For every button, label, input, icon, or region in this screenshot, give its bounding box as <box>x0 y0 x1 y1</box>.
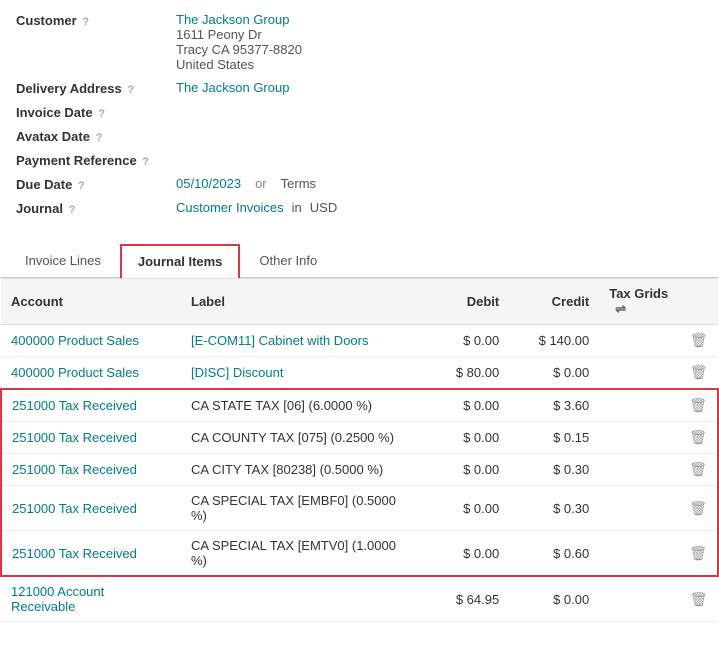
tab-invoice-lines[interactable]: Invoice Lines <box>8 244 118 277</box>
col-header-tax-grids: Tax Grids ⇌ <box>599 279 679 325</box>
customer-address-line2: Tracy CA 95377-8820 <box>176 42 703 57</box>
customer-address-line1: 1611 Peony Dr <box>176 27 703 42</box>
due-date-value: 05/10/2023 or Terms <box>176 176 703 191</box>
col-header-label: Label <box>181 279 419 325</box>
tax-grids-settings-icon[interactable]: ⇌ <box>615 301 626 316</box>
delete-cell: 🗑 <box>679 389 718 422</box>
table-row: 251000 Tax ReceivedCA COUNTY TAX [075] (… <box>1 422 718 454</box>
journal-label: Journal ? <box>16 200 176 216</box>
tab-other-info[interactable]: Other Info <box>242 244 334 277</box>
delivery-address-help-icon[interactable]: ? <box>127 84 134 96</box>
delivery-address-link[interactable]: The Jackson Group <box>176 80 289 95</box>
customer-name-link[interactable]: The Jackson Group <box>176 12 703 27</box>
due-date-row: Due Date ? 05/10/2023 or Terms <box>16 176 703 192</box>
journal-row: Journal ? Customer Invoices in USD <box>16 200 703 216</box>
due-date-text: 05/10/2023 <box>176 176 241 191</box>
delete-row-icon[interactable]: 🗑 <box>689 545 707 561</box>
delete-cell: 🗑 <box>679 576 718 622</box>
delivery-address-row: Delivery Address ? The Jackson Group <box>16 80 703 96</box>
col-header-debit: Debit <box>419 279 509 325</box>
delete-row-icon[interactable]: 🗑 <box>690 591 708 607</box>
table-row: 251000 Tax ReceivedCA STATE TAX [06] (6.… <box>1 389 718 422</box>
journal-value: Customer Invoices in USD <box>176 200 703 215</box>
customer-value: The Jackson Group 1611 Peony Dr Tracy CA… <box>176 12 703 72</box>
tabs-container: Invoice Lines Journal Items Other Info <box>0 244 719 278</box>
table-row: 251000 Tax ReceivedCA CITY TAX [80238] (… <box>1 454 718 486</box>
delivery-address-label-text: Delivery Address <box>16 81 122 96</box>
delete-row-icon[interactable]: 🗑 <box>690 364 708 380</box>
avatax-date-value[interactable] <box>176 128 703 143</box>
due-date-or: or <box>255 176 267 191</box>
delete-cell: 🗑 <box>679 422 718 454</box>
table-row: 400000 Product Sales[DISC] Discount$ 80.… <box>1 357 718 390</box>
avatax-date-input[interactable] <box>176 128 296 143</box>
journal-label-text: Journal <box>16 201 63 216</box>
delete-cell: 🗑 <box>679 357 718 390</box>
delivery-address-label: Delivery Address ? <box>16 80 176 96</box>
payment-reference-label: Payment Reference ? <box>16 152 176 168</box>
journal-currency-text: USD <box>310 200 337 215</box>
table-row: 251000 Tax ReceivedCA SPECIAL TAX [EMBF0… <box>1 486 718 531</box>
delete-cell: 🗑 <box>679 486 718 531</box>
delete-row-icon[interactable]: 🗑 <box>689 397 707 413</box>
delete-row-icon[interactable]: 🗑 <box>689 429 707 445</box>
customer-help-icon[interactable]: ? <box>82 16 89 28</box>
due-date-terms: Terms <box>281 176 316 191</box>
col-header-account: Account <box>1 279 181 325</box>
delivery-address-value: The Jackson Group <box>176 80 703 95</box>
customer-label-text: Customer <box>16 13 77 28</box>
avatax-date-row: Avatax Date ? <box>16 128 703 144</box>
journal-in-text: in <box>292 200 302 215</box>
payment-reference-value[interactable] <box>176 152 703 167</box>
customer-row: Customer ? The Jackson Group 1611 Peony … <box>16 12 703 72</box>
delete-cell: 🗑 <box>679 325 718 357</box>
invoice-date-help-icon[interactable]: ? <box>98 108 105 120</box>
table-row: 400000 Product Sales[E-COM11] Cabinet wi… <box>1 325 718 357</box>
due-date-label: Due Date ? <box>16 176 176 192</box>
invoice-date-label: Invoice Date ? <box>16 104 176 120</box>
avatax-date-label-text: Avatax Date <box>16 129 90 144</box>
invoice-date-input[interactable] <box>176 104 296 119</box>
delete-cell: 🗑 <box>679 531 718 577</box>
journal-name-link[interactable]: Customer Invoices <box>176 200 284 215</box>
invoice-date-label-text: Invoice Date <box>16 105 93 120</box>
payment-reference-help-icon[interactable]: ? <box>142 156 149 168</box>
delete-row-icon[interactable]: 🗑 <box>689 500 707 516</box>
payment-reference-label-text: Payment Reference <box>16 153 137 168</box>
payment-reference-row: Payment Reference ? <box>16 152 703 168</box>
journal-table: Account Label Debit Credit Tax Grids ⇌ 4… <box>0 278 719 622</box>
avatax-date-label: Avatax Date ? <box>16 128 176 144</box>
invoice-date-value[interactable] <box>176 104 703 119</box>
due-date-label-text: Due Date <box>16 177 72 192</box>
delete-cell: 🗑 <box>679 454 718 486</box>
table-row: 121000 Account Receivable$ 64.95$ 0.00🗑 <box>1 576 718 622</box>
payment-reference-input[interactable] <box>176 152 376 167</box>
tab-journal-items[interactable]: Journal Items <box>120 244 241 278</box>
form-section: Customer ? The Jackson Group 1611 Peony … <box>0 0 719 236</box>
col-header-credit: Credit <box>509 279 599 325</box>
col-header-action <box>679 279 718 325</box>
delete-row-icon[interactable]: 🗑 <box>689 461 707 477</box>
invoice-date-row: Invoice Date ? <box>16 104 703 120</box>
journal-help-icon[interactable]: ? <box>69 204 76 216</box>
customer-address-line3: United States <box>176 57 703 72</box>
table-row: 251000 Tax ReceivedCA SPECIAL TAX [EMTV0… <box>1 531 718 577</box>
table-header-row: Account Label Debit Credit Tax Grids ⇌ <box>1 279 718 325</box>
due-date-help-icon[interactable]: ? <box>78 180 85 192</box>
delete-row-icon[interactable]: 🗑 <box>690 332 708 348</box>
avatax-date-help-icon[interactable]: ? <box>96 132 103 144</box>
customer-label: Customer ? <box>16 12 176 28</box>
